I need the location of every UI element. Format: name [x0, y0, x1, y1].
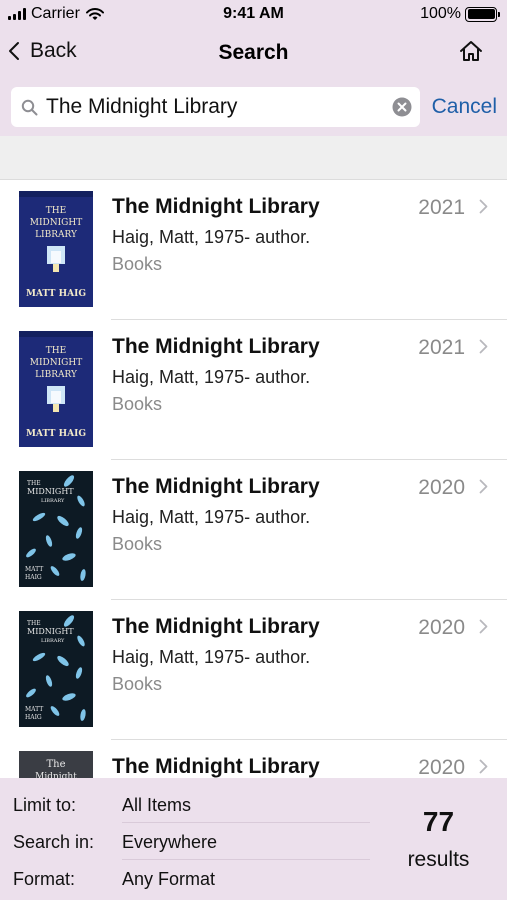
- result-year: 2020: [418, 756, 465, 778]
- book-cover-image: The Midnight: [19, 751, 93, 778]
- result-row[interactable]: THE MIDNIGHT LIBRARY MATT HAIG The Midnight …: [0, 460, 507, 600]
- result-author: Haig, Matt, 1975- author.: [112, 367, 311, 387]
- chevron-right-icon: [479, 759, 488, 774]
- result-title: The Midnight Library: [112, 475, 320, 498]
- result-author: Haig, Matt, 1975- author.: [112, 647, 311, 667]
- search-area: Cancel: [0, 78, 507, 136]
- results-count-label: results: [407, 848, 470, 871]
- chevron-right-icon: [479, 339, 488, 354]
- result-format: Books: [112, 534, 163, 554]
- result-format: Books: [112, 674, 163, 694]
- svg-text:HAIG: HAIG: [25, 714, 42, 721]
- result-year: 2021: [418, 196, 465, 219]
- result-format: Books: [112, 394, 163, 414]
- search-icon: [21, 99, 38, 115]
- battery-icon: [465, 6, 500, 22]
- svg-text:THE: THE: [27, 480, 41, 487]
- filter-limit-to[interactable]: Limit to: All Items: [0, 786, 370, 823]
- svg-text:LIBRARY: LIBRARY: [41, 638, 65, 644]
- search-input[interactable]: [46, 95, 376, 119]
- result-row[interactable]: THE MIDNIGHT LIBRARY MATT HAIG The Midnight …: [0, 600, 507, 740]
- svg-text:THE: THE: [27, 620, 41, 627]
- result-author: Haig, Matt, 1975- author.: [112, 507, 311, 527]
- filter-label: Search in:: [13, 832, 95, 852]
- search-footer: Limit to: All Items Search in: Everywher…: [0, 778, 507, 900]
- filter-label: Limit to:: [13, 795, 77, 815]
- svg-text:LIBRARY: LIBRARY: [35, 230, 78, 240]
- cancel-button[interactable]: Cancel: [432, 95, 497, 119]
- svg-text:THE: THE: [46, 346, 66, 356]
- home-icon: [460, 41, 482, 61]
- result-title: The Midnight Library: [112, 195, 320, 218]
- nav-bar: Back Search: [0, 30, 507, 78]
- svg-text:LIBRARY: LIBRARY: [35, 370, 78, 380]
- svg-text:THE: THE: [46, 206, 66, 216]
- book-cover-image: THE MIDNIGHT LIBRARY MATT HAIG: [19, 611, 93, 727]
- clear-icon[interactable]: [392, 97, 412, 117]
- svg-text:MATT: MATT: [25, 566, 43, 573]
- result-year: 2020: [418, 476, 465, 499]
- svg-text:The: The: [46, 759, 65, 770]
- filter-value: All Items: [122, 795, 192, 815]
- svg-text:MIDNIGHT: MIDNIGHT: [27, 627, 74, 636]
- result-title: The Midnight Library: [112, 335, 320, 358]
- result-title: The Midnight Library: [112, 615, 320, 638]
- svg-text:MATT HAIG: MATT HAIG: [26, 289, 86, 299]
- svg-text:MIDNIGHT: MIDNIGHT: [30, 358, 82, 368]
- filter-format[interactable]: Format: Any Format: [0, 860, 370, 897]
- home-button[interactable]: [459, 40, 483, 67]
- result-author: Haig, Matt, 1975- author.: [112, 227, 311, 247]
- book-cover-image: THE MIDNIGHT LIBRARY MATT HAIG: [19, 471, 93, 587]
- section-header: [0, 136, 507, 180]
- svg-text:MIDNIGHT: MIDNIGHT: [27, 487, 74, 496]
- result-title: The Midnight Library: [112, 755, 320, 778]
- status-bar: Carrier 9:41 AM 100%: [0, 0, 507, 30]
- chevron-right-icon: [479, 479, 488, 494]
- chevron-right-icon: [479, 619, 488, 634]
- filter-value: Any Format: [122, 869, 216, 889]
- search-field[interactable]: [11, 87, 420, 127]
- svg-text:LIBRARY: LIBRARY: [41, 498, 65, 504]
- book-cover-image: THE MIDNIGHT LIBRARY MATT HAIG: [19, 191, 93, 307]
- svg-text:MATT HAIG: MATT HAIG: [26, 429, 86, 439]
- results-list[interactable]: THE MIDNIGHT LIBRARY MATT HAIG The Midnight…: [0, 180, 507, 778]
- filter-label: Format:: [13, 869, 76, 889]
- page-title: Search: [218, 41, 289, 64]
- battery-percent: 100%: [420, 5, 461, 22]
- result-row[interactable]: The Midnight The Midnight Library 2020: [0, 740, 507, 778]
- result-year: 2020: [418, 616, 465, 639]
- svg-text:MATT: MATT: [25, 706, 43, 713]
- status-right: 100%: [420, 5, 500, 23]
- filter-search-in[interactable]: Search in: Everywhere: [0, 823, 370, 860]
- svg-text:MIDNIGHT: MIDNIGHT: [30, 218, 82, 228]
- filter-value: Everywhere: [122, 832, 218, 852]
- book-cover-image: THE MIDNIGHT LIBRARY MATT HAIG: [19, 331, 93, 447]
- battery-fill: [467, 9, 495, 19]
- result-year: 2021: [418, 336, 465, 359]
- result-row[interactable]: THE MIDNIGHT LIBRARY MATT HAIG The Midnight…: [0, 180, 507, 320]
- chevron-right-icon: [479, 199, 488, 214]
- results-count: 77: [422, 806, 455, 837]
- svg-text:HAIG: HAIG: [25, 574, 42, 581]
- result-format: Books: [112, 254, 163, 274]
- result-row[interactable]: THE MIDNIGHT LIBRARY MATT HAIG The Midnight…: [0, 320, 507, 460]
